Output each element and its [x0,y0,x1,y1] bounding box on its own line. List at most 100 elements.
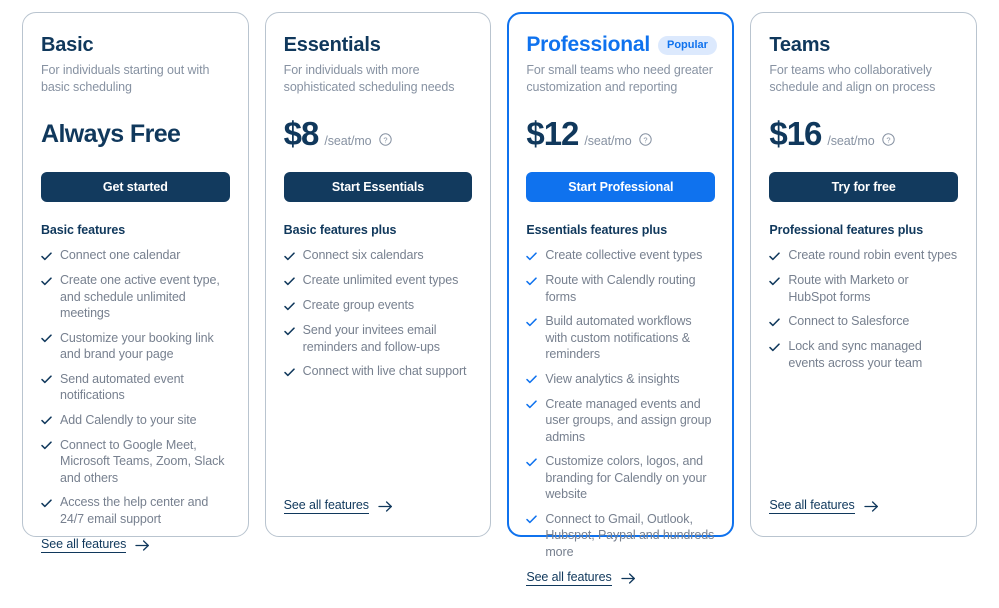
plan-title-row: Basic [41,33,230,57]
feature-label: Send your invitees email reminders and f… [302,323,440,354]
plan-title-row: Essentials [284,33,473,57]
feature-label: Connect to Google Meet, Microsoft Teams,… [60,437,225,485]
check-icon [283,364,295,380]
feature-item: Connect to Gmail, Outlook, Hubspot, Payp… [526,511,715,561]
plan-description: For teams who collaboratively schedule a… [769,63,936,94]
feature-item: Send your invitees email reminders and f… [283,322,473,355]
check-icon [283,273,295,289]
feature-item: View analytics & insights [526,371,715,388]
plan-price-unit: /seat/mo [324,134,372,148]
features-list: Create collective event types Route with … [526,247,715,568]
feature-label: Route with Calendly routing forms [545,273,696,304]
check-icon [526,454,538,470]
popular-badge: Popular [658,35,717,55]
features-list: Create round robin event types Route with… [769,247,958,379]
question-circle-icon[interactable]: ? [638,133,652,146]
check-icon [41,438,52,454]
features-list: Connect one calendar Create one active ev… [41,247,230,535]
feature-label: Create unlimited event types [302,273,459,287]
feature-item: Connect to Salesforce [769,313,958,330]
feature-item: Customize colors, logos, and branding fo… [526,453,715,503]
feature-label: Access the help center and 24/7 email su… [60,495,209,526]
question-circle-icon[interactable]: ? [378,133,392,146]
feature-label: Create collective event types [545,248,703,262]
cta-button-basic[interactable]: Get started [41,172,230,202]
plan-card-essentials: Essentials For individuals with more soph… [264,12,492,537]
plan-price-unit: /seat/mo [584,134,632,148]
check-icon [526,372,538,388]
features-list: Connect six calendars Create unlimited ev… [283,247,473,388]
check-icon [41,372,52,388]
plan-price: $16 [769,115,822,152]
arrow-right-icon [863,500,879,513]
plan-card-basic: Basic For individuals starting out with b… [22,12,249,553]
card-footer: See all features [41,535,230,575]
plan-description: For individuals starting out with basic … [41,63,210,94]
check-icon [769,273,781,289]
cta-button-professional[interactable]: Start Professional [526,172,716,202]
feature-item: Add Calendly to your site [41,412,230,429]
feature-item: Connect one calendar [41,247,230,264]
feature-label: Customize your booking link and brand yo… [60,330,214,362]
card-footer: See all features [769,496,958,536]
pricing-plans-grid: Basic For individuals starting out with b… [0,0,999,586]
see-all-features-label: See all features [526,570,612,586]
features-title: Basic features [41,223,126,237]
plan-price: $12 [526,115,579,152]
feature-label: Build automated workflows with custom no… [545,314,692,361]
plan-price-row: $12/seat/mo? [526,115,715,155]
see-all-features-link[interactable]: See all features [41,537,150,553]
check-icon [769,339,781,355]
check-icon [769,248,781,264]
check-icon [526,512,538,528]
feature-label: Create managed events and user groups, a… [545,396,712,444]
plan-description: For individuals with more sophisticated … [283,63,455,94]
check-icon [41,495,52,511]
feature-label: Connect to Salesforce [788,314,910,328]
feature-label: Connect six calendars [302,248,424,262]
cta-button-teams[interactable]: Try for free [769,172,959,202]
check-icon [283,248,295,264]
check-icon [41,273,52,289]
see-all-features-link[interactable]: See all features [283,498,393,514]
check-icon [526,314,538,330]
feature-item: Create managed events and user groups, a… [526,396,715,446]
feature-label: Send automated event notifications [60,371,184,403]
feature-item: Customize your booking link and brand yo… [41,330,230,363]
feature-label: View analytics & insights [545,371,680,386]
see-all-features-link[interactable]: See all features [769,498,878,514]
svg-text:?: ? [643,135,647,144]
feature-label: Connect one calendar [60,248,181,262]
check-icon [41,248,52,264]
plan-title: Professional [526,33,650,56]
see-all-features-link[interactable]: See all features [526,570,635,586]
plan-price-row: $8/seat/mo? [284,115,473,155]
feature-item: Send automated event notifications [41,371,230,404]
plan-title: Essentials [283,34,381,56]
feature-item: Create unlimited event types [283,272,473,289]
arrow-right-icon [135,539,150,552]
plan-title-row: Teams [769,33,958,57]
feature-item: Connect to Google Meet, Microsoft Teams,… [41,437,230,487]
feature-item: Create one active event type, and schedu… [41,272,230,322]
plan-price-unit: /seat/mo [827,134,875,148]
plan-description: For small teams who need greater customi… [526,63,713,94]
feature-item: Lock and sync managed events across your… [769,338,958,371]
plan-title-row: Professional Popular [526,33,717,57]
features-title: Basic features plus [283,223,397,237]
plan-card-professional: Professional Popular For small teams who n… [507,12,735,586]
plan-price-row: $16/seat/mo? [769,115,958,155]
svg-text:?: ? [886,135,890,144]
arrow-right-icon [378,500,393,513]
feature-label: Create round robin event types [788,248,957,262]
feature-label: Connect to Gmail, Outlook, Hubspot, Payp… [545,511,715,559]
plan-title: Basic [41,34,94,56]
cta-button-essentials[interactable]: Start Essentials [283,172,473,202]
question-circle-icon[interactable]: ? [881,133,895,146]
plan-price: $8 [283,115,320,152]
check-icon [526,397,538,413]
feature-item: Access the help center and 24/7 email su… [41,494,230,527]
check-icon [41,331,52,347]
feature-label: Create group events [302,298,415,312]
feature-item: Create group events [283,297,473,314]
